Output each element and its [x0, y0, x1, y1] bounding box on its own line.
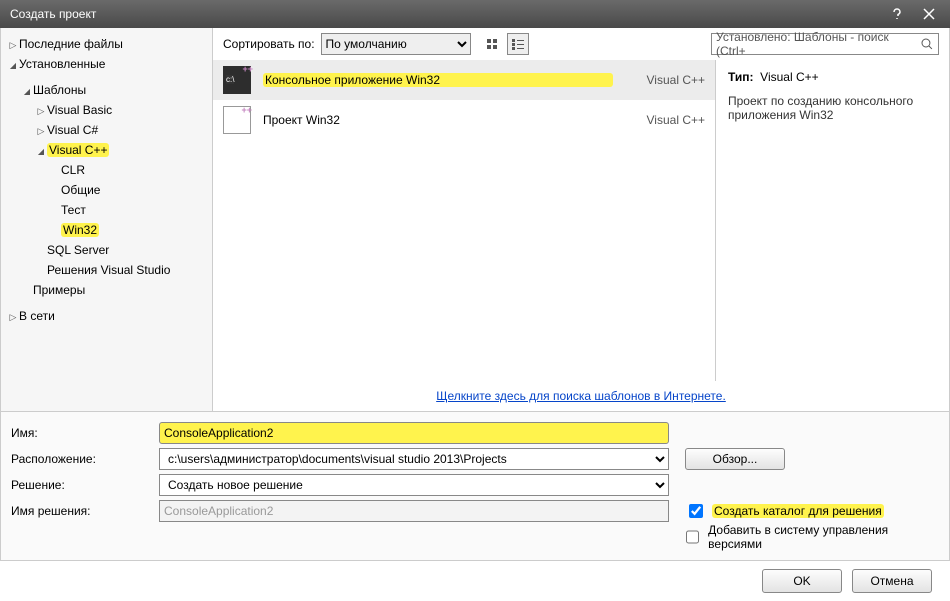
source-control-checkbox[interactable] [686, 530, 700, 544]
template-lang: Visual C++ [625, 73, 705, 87]
tree-label: Visual Basic [47, 103, 112, 117]
search-input[interactable]: Установлено: Шаблоны - поиск (Ctrl+ [711, 33, 939, 55]
tree-label: Установленные [19, 57, 105, 71]
source-control-label: Добавить в систему управления версиями [708, 523, 939, 551]
location-input[interactable]: c:\users\администратор\documents\visual … [159, 448, 669, 470]
tree-label: Visual C++ [47, 143, 109, 157]
tree-label: CLR [61, 163, 85, 177]
type-label: Тип: [728, 70, 754, 84]
template-icon [223, 106, 251, 134]
tree-visual-basic[interactable]: Visual Basic [1, 100, 212, 120]
search-placeholder: Установлено: Шаблоны - поиск (Ctrl+ [716, 30, 920, 58]
titlebar: Создать проект [0, 0, 950, 28]
tree-label: Примеры [33, 283, 85, 297]
tree-samples[interactable]: Примеры [1, 280, 212, 300]
location-label: Расположение: [11, 452, 151, 466]
toolbar: Сортировать по: По умолчанию Установлено… [213, 28, 949, 60]
tree-visual-cs[interactable]: Visual C# [1, 120, 212, 140]
help-button[interactable] [882, 4, 912, 24]
tree-templates[interactable]: Шаблоны [1, 80, 212, 100]
create-dir-checkbox[interactable] [689, 504, 703, 518]
sidebar: Последние файлы Установленные Шаблоны Vi… [1, 28, 213, 411]
template-console-win32[interactable]: c:\ Консольное приложение Win32 Visual C… [213, 60, 715, 100]
tree-label: Решения Visual Studio [47, 263, 170, 277]
template-icon: c:\ [223, 66, 251, 94]
tree-label: Последние файлы [19, 37, 123, 51]
tree-label: Шаблоны [33, 83, 86, 97]
cancel-button[interactable]: Отмена [852, 569, 932, 593]
name-label: Имя: [11, 426, 151, 440]
tree-label: Общие [61, 183, 100, 197]
view-list-icons[interactable] [507, 33, 529, 55]
tree-label: SQL Server [47, 243, 109, 257]
template-description: Проект по созданию консольного приложени… [728, 94, 937, 122]
main-content: Последние файлы Установленные Шаблоны Vi… [0, 28, 950, 412]
tree-label: Visual C# [47, 123, 98, 137]
search-online: Щелкните здесь для поиска шаблонов в Инт… [213, 381, 949, 411]
search-online-link[interactable]: Щелкните здесь для поиска шаблонов в Инт… [436, 389, 726, 403]
bottom-form: Имя: Расположение: c:\users\администрато… [0, 412, 950, 561]
browse-button[interactable]: Обзор... [685, 448, 785, 470]
template-name: Консольное приложение Win32 [263, 73, 613, 87]
tree-recent[interactable]: Последние файлы [1, 34, 212, 54]
sort-label: Сортировать по: [223, 37, 315, 51]
view-large-icons[interactable] [481, 33, 503, 55]
action-bar: OK Отмена [0, 561, 950, 601]
solution-name-label: Имя решения: [11, 504, 151, 518]
template-lang: Visual C++ [625, 113, 705, 127]
tree-label: В сети [19, 309, 55, 323]
create-dir-label: Создать каталог для решения [712, 504, 884, 518]
tree-vs-solutions[interactable]: Решения Visual Studio [1, 260, 212, 280]
tree-visual-cpp[interactable]: Visual C++ [1, 140, 212, 160]
template-name: Проект Win32 [263, 113, 613, 127]
tree-win32[interactable]: Win32 [1, 220, 212, 240]
tree-test[interactable]: Тест [1, 200, 212, 220]
tree-label: Win32 [61, 223, 99, 237]
description-pane: Тип: Visual C++ Проект по созданию консо… [715, 60, 949, 381]
close-button[interactable] [914, 4, 944, 24]
type-value: Visual C++ [760, 70, 818, 84]
sort-dropdown[interactable]: По умолчанию [321, 33, 471, 55]
solution-name-input[interactable] [159, 500, 669, 522]
solution-label: Решение: [11, 478, 151, 492]
tree-installed[interactable]: Установленные [1, 54, 212, 74]
tree-general[interactable]: Общие [1, 180, 212, 200]
ok-button[interactable]: OK [762, 569, 842, 593]
tree-label: Тест [61, 203, 86, 217]
tree-sql-server[interactable]: SQL Server [1, 240, 212, 260]
template-list: c:\ Консольное приложение Win32 Visual C… [213, 60, 715, 381]
tree-online[interactable]: В сети [1, 306, 212, 326]
window-title: Создать проект [10, 7, 880, 21]
solution-dropdown[interactable]: Создать новое решение [159, 474, 669, 496]
template-project-win32[interactable]: Проект Win32 Visual C++ [213, 100, 715, 140]
template-pane: Сортировать по: По умолчанию Установлено… [213, 28, 949, 411]
name-input[interactable] [159, 422, 669, 444]
tree-clr[interactable]: CLR [1, 160, 212, 180]
